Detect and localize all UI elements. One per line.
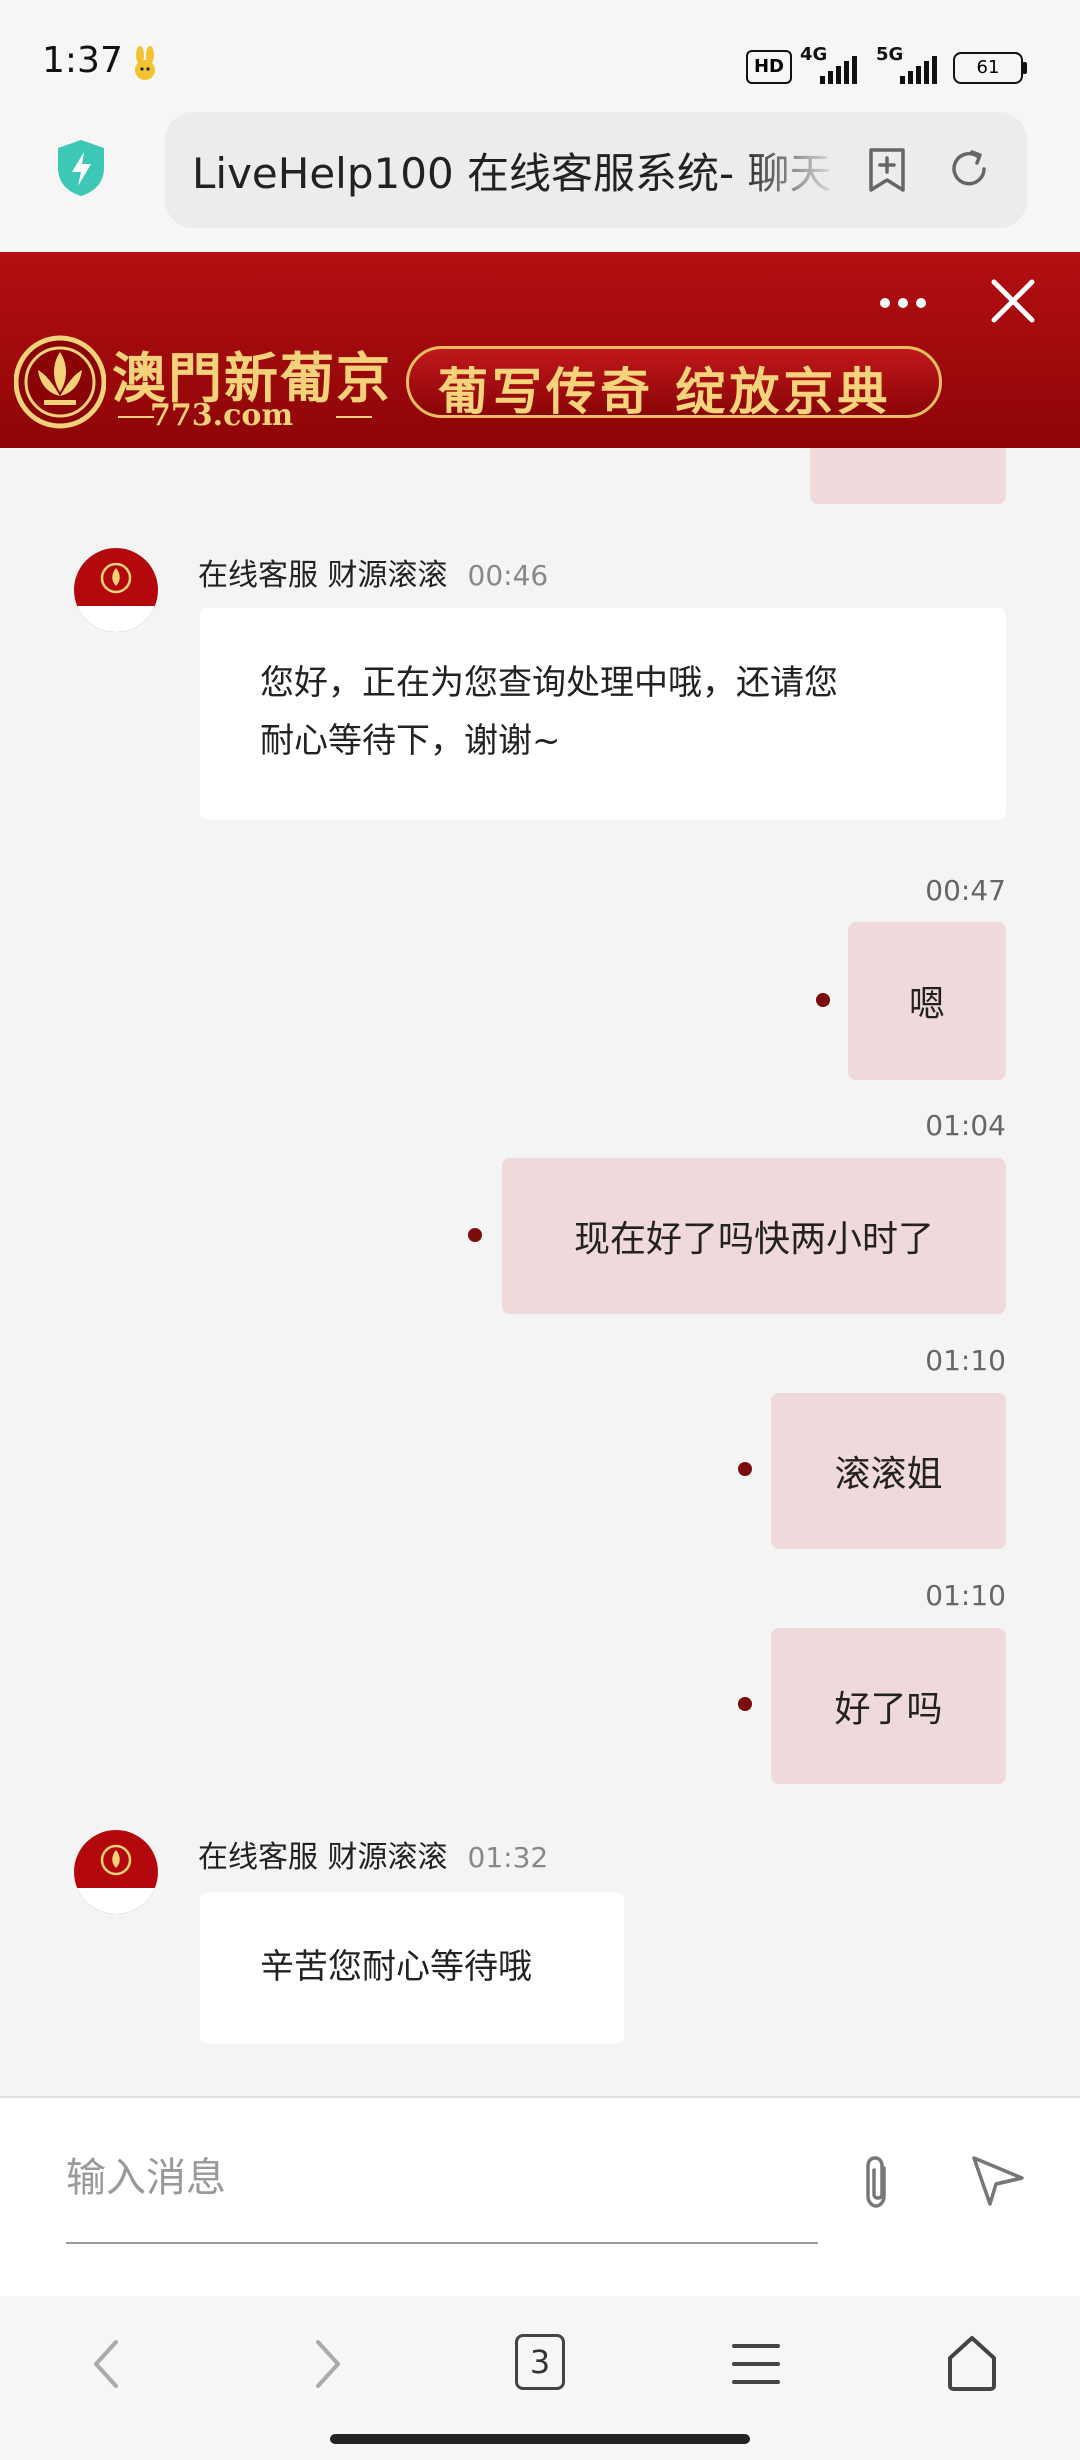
user-message-bubble: 嗯 (848, 922, 1006, 1080)
bunny-notification-icon (135, 46, 155, 80)
url-fade (740, 130, 840, 210)
battery-level: 61 (976, 57, 1000, 78)
agent-avatar-logo-icon (74, 1844, 158, 1914)
home-indicator[interactable] (330, 2434, 750, 2444)
forward-icon[interactable] (310, 2336, 346, 2392)
message-text: 好了吗 (834, 1689, 943, 1730)
signal-4g-icon (820, 54, 857, 84)
agent-name: 在线客服 财源滚滚 (198, 558, 448, 593)
message-time: 00:46 (467, 559, 549, 592)
message-text: 嗯 (908, 984, 945, 1025)
security-shield-icon[interactable] (54, 138, 108, 198)
battery-tip (1022, 62, 1027, 74)
message-time: 01:04 (925, 1109, 1006, 1142)
attachment-icon[interactable] (852, 2152, 902, 2214)
unread-status-dot (816, 993, 830, 1007)
unread-status-dot (738, 1462, 752, 1476)
user-message-bubble: 滚滚姐 (771, 1393, 1006, 1549)
url-text[interactable]: LiveHelp100 在线客服系统- 聊天 (192, 140, 832, 200)
brand-divider (118, 416, 154, 418)
more-options-icon[interactable] (878, 296, 928, 310)
close-banner-icon[interactable] (988, 276, 1038, 326)
message-time: 01:32 (467, 1841, 549, 1874)
send-icon[interactable] (970, 2152, 1026, 2208)
message-text: 现在好了吗快两小时了 (573, 1219, 934, 1260)
brand-domain: 773.com (150, 398, 294, 433)
input-underline (66, 2242, 818, 2244)
previous-user-bubble (810, 448, 1006, 504)
agent-avatar-logo-icon (74, 562, 158, 632)
user-message-bubble: 现在好了吗快两小时了 (502, 1158, 1006, 1314)
agent-header: 在线客服 财源滚滚 01:32 (198, 1832, 548, 1876)
agent-header: 在线客服 财源滚滚 00:46 (198, 550, 548, 594)
banner-slogan: 葡写传奇 绽放京典 (438, 362, 892, 421)
message-time: 01:10 (925, 1344, 1006, 1377)
message-input[interactable] (66, 2148, 806, 2208)
brand-divider (336, 416, 372, 418)
menu-icon[interactable] (732, 2342, 780, 2386)
status-time: 1:37 (42, 40, 123, 81)
agent-avatar[interactable] (74, 1830, 158, 1914)
home-icon[interactable] (944, 2334, 1000, 2392)
hd-voice-icon: HD (746, 50, 792, 84)
tab-count: 3 (529, 2343, 551, 2381)
lotus-logo-icon (14, 335, 106, 429)
message-text-line: 您好，正在为您查询处理中哦，还请您 (260, 663, 838, 703)
message-time: 00:47 (925, 874, 1006, 907)
message-text-line: 耐心等待下，谢谢~ (260, 721, 561, 761)
tabs-button[interactable]: 3 (515, 2334, 565, 2390)
agent-name: 在线客服 财源滚滚 (198, 1840, 448, 1875)
agent-avatar[interactable] (74, 548, 158, 632)
message-text: 滚滚姐 (834, 1454, 943, 1495)
battery-icon: 61 (953, 52, 1023, 84)
message-text: 辛苦您耐心等待哦 (260, 1947, 532, 1987)
unread-status-dot (738, 1697, 752, 1711)
user-message-bubble: 好了吗 (771, 1628, 1006, 1784)
refresh-icon[interactable] (946, 146, 992, 192)
hd-label: HD (753, 56, 784, 77)
message-time: 01:10 (925, 1579, 1006, 1612)
unread-status-dot (468, 1228, 482, 1242)
add-bookmark-icon[interactable] (865, 146, 909, 194)
back-icon[interactable] (88, 2336, 124, 2392)
agent-message-bubble: 您好，正在为您查询处理中哦，还请您 耐心等待下，谢谢~ (200, 608, 1006, 820)
signal-5g-icon (900, 54, 937, 84)
agent-message-bubble: 辛苦您耐心等待哦 (200, 1892, 624, 2044)
